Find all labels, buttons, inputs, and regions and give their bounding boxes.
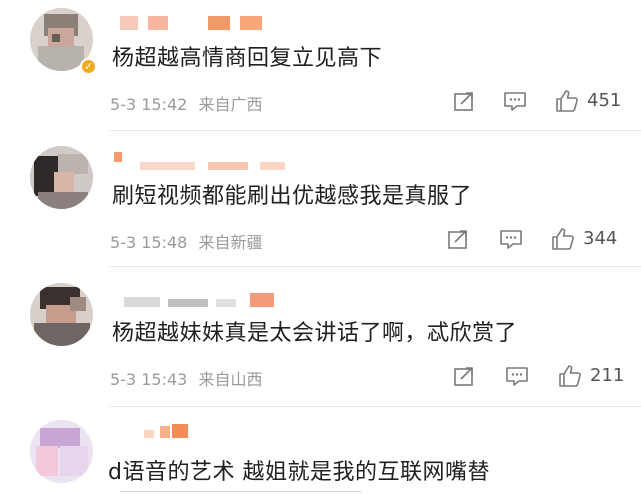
avatar[interactable] (30, 146, 93, 209)
username-redacted[interactable] (110, 14, 370, 30)
comment-source: 来自山西 (198, 370, 263, 389)
share-icon[interactable] (445, 226, 471, 252)
comment-text: 杨超越妹妹真是太会讲话了啊，忒欣赏了 (112, 321, 518, 346)
thumbs-up-icon[interactable] (557, 363, 583, 389)
comment-meta: 5-3 15:43 来自山西 (110, 366, 262, 390)
comment-item: 刷短视频都能刷出优越感我是真服了 5-3 15:48 来自新疆 344 (0, 138, 641, 276)
comment-text: 杨超越高情商回复立见高下 (112, 46, 383, 71)
comment-time: 15:48 (141, 233, 188, 252)
comment-time: 15:43 (141, 370, 188, 389)
divider (120, 491, 361, 492)
share-icon[interactable] (451, 88, 477, 114)
username-redacted[interactable] (110, 152, 370, 170)
username-redacted[interactable] (110, 424, 370, 440)
comment-icon[interactable] (502, 88, 528, 114)
comment-source: 来自新疆 (198, 233, 263, 252)
like-count: 211 (590, 365, 625, 386)
comment-item: 杨超越妹妹真是太会讲话了啊，忒欣赏了 5-3 15:43 来自山西 211 (0, 275, 641, 413)
comment-time: 15:42 (141, 95, 188, 114)
divider (110, 266, 641, 267)
username-redacted[interactable] (110, 289, 370, 307)
avatar[interactable] (30, 283, 93, 346)
comment-item: ✓ 杨超越高情商回复立见高下 5-3 15:42 来自广西 451 (0, 0, 641, 138)
divider (110, 406, 641, 407)
comment-meta: 5-3 15:42 来自广西 (110, 91, 262, 115)
thumbs-up-icon[interactable] (550, 226, 576, 252)
comment-date: 5-3 (110, 95, 137, 114)
like-count: 344 (583, 228, 618, 249)
comment-text: d语音的艺术 越姐就是我的互联网嘴替 (108, 460, 490, 485)
comment-icon[interactable] (504, 363, 530, 389)
comment-meta: 5-3 15:48 来自新疆 (110, 229, 262, 253)
like-count: 451 (587, 90, 622, 111)
comment-icon[interactable] (498, 226, 524, 252)
comment-text: 刷短视频都能刷出优越感我是真服了 (112, 184, 473, 209)
share-icon[interactable] (451, 363, 477, 389)
divider (110, 130, 641, 131)
verified-badge-icon: ✓ (80, 58, 97, 75)
comment-date: 5-3 (110, 370, 137, 389)
comment-item: d语音的艺术 越姐就是我的互联网嘴替 (0, 412, 641, 494)
comment-date: 5-3 (110, 233, 137, 252)
comment-source: 来自广西 (198, 95, 263, 114)
thumbs-up-icon[interactable] (554, 88, 580, 114)
avatar[interactable] (30, 420, 93, 483)
